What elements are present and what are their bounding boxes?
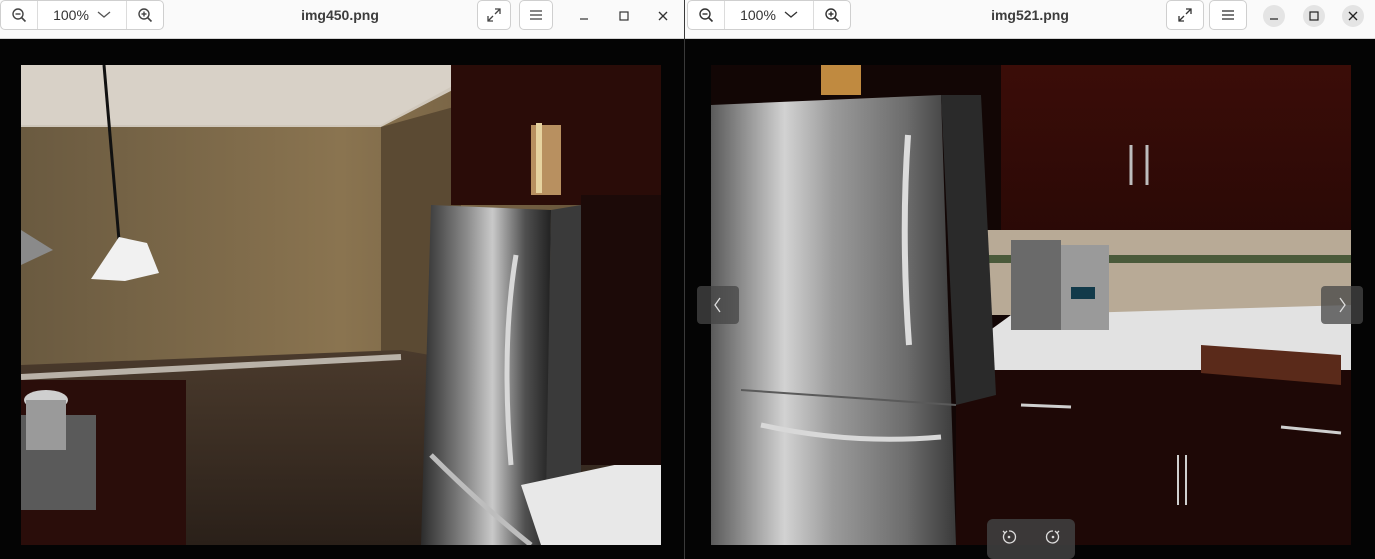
fullscreen-button[interactable] [477,0,511,30]
zoom-value: 100% [53,7,89,23]
maximize-icon [1309,11,1319,21]
minimize-icon [580,18,588,20]
minimize-button[interactable] [573,5,595,27]
maximize-icon [619,11,629,21]
zoom-level-dropdown[interactable]: 100% [37,1,126,29]
close-icon [1348,11,1358,21]
maximize-button[interactable] [1303,5,1325,27]
rotate-left-icon [1002,529,1017,544]
image-viewport[interactable] [0,39,684,559]
image-viewer-window-left: 100% img450.png [0,0,684,559]
zoom-in-icon [138,8,153,23]
close-button[interactable] [652,5,674,27]
rotate-right-icon [1045,529,1060,544]
rotate-right-button[interactable] [1045,529,1061,550]
fullscreen-icon [1178,8,1192,22]
kitchen-image-left [21,65,661,545]
next-icon [1339,297,1346,313]
window-title: img450.png [301,7,379,23]
headerbar: 100% img521.png [685,0,1375,39]
previous-image-button[interactable] [697,286,739,324]
headerbar: 100% img450.png [0,0,684,39]
menu-icon [1222,10,1234,20]
previous-icon [714,297,721,313]
minimize-button[interactable] [1263,5,1285,27]
zoom-out-icon [12,8,27,23]
rotate-left-button[interactable] [1001,529,1017,550]
chevron-down-icon [784,11,798,18]
zoom-in-button[interactable] [126,1,163,29]
image-viewer-window-right: 100% img521.png [685,0,1375,559]
zoom-in-button[interactable] [813,1,850,29]
main-menu-button[interactable] [1209,0,1247,30]
zoom-out-icon [699,8,714,23]
window-title: img521.png [991,7,1069,23]
zoom-level-dropdown[interactable]: 100% [724,1,813,29]
maximize-button[interactable] [613,5,635,27]
zoom-value: 100% [740,7,776,23]
zoom-out-button[interactable] [1,1,37,29]
next-image-button[interactable] [1321,286,1363,324]
zoom-out-button[interactable] [688,1,724,29]
rotate-controls [987,519,1075,559]
zoom-in-icon [825,8,840,23]
zoom-control: 100% [0,0,164,30]
image-viewport[interactable] [685,39,1375,559]
menu-icon [530,10,542,20]
main-menu-button[interactable] [519,0,553,30]
fullscreen-icon [487,8,501,22]
close-button[interactable] [1342,5,1364,27]
minimize-icon [1270,18,1278,20]
close-icon [658,11,668,21]
kitchen-image-right [711,65,1351,545]
chevron-down-icon [97,11,111,18]
fullscreen-button[interactable] [1166,0,1204,30]
zoom-control: 100% [687,0,851,30]
